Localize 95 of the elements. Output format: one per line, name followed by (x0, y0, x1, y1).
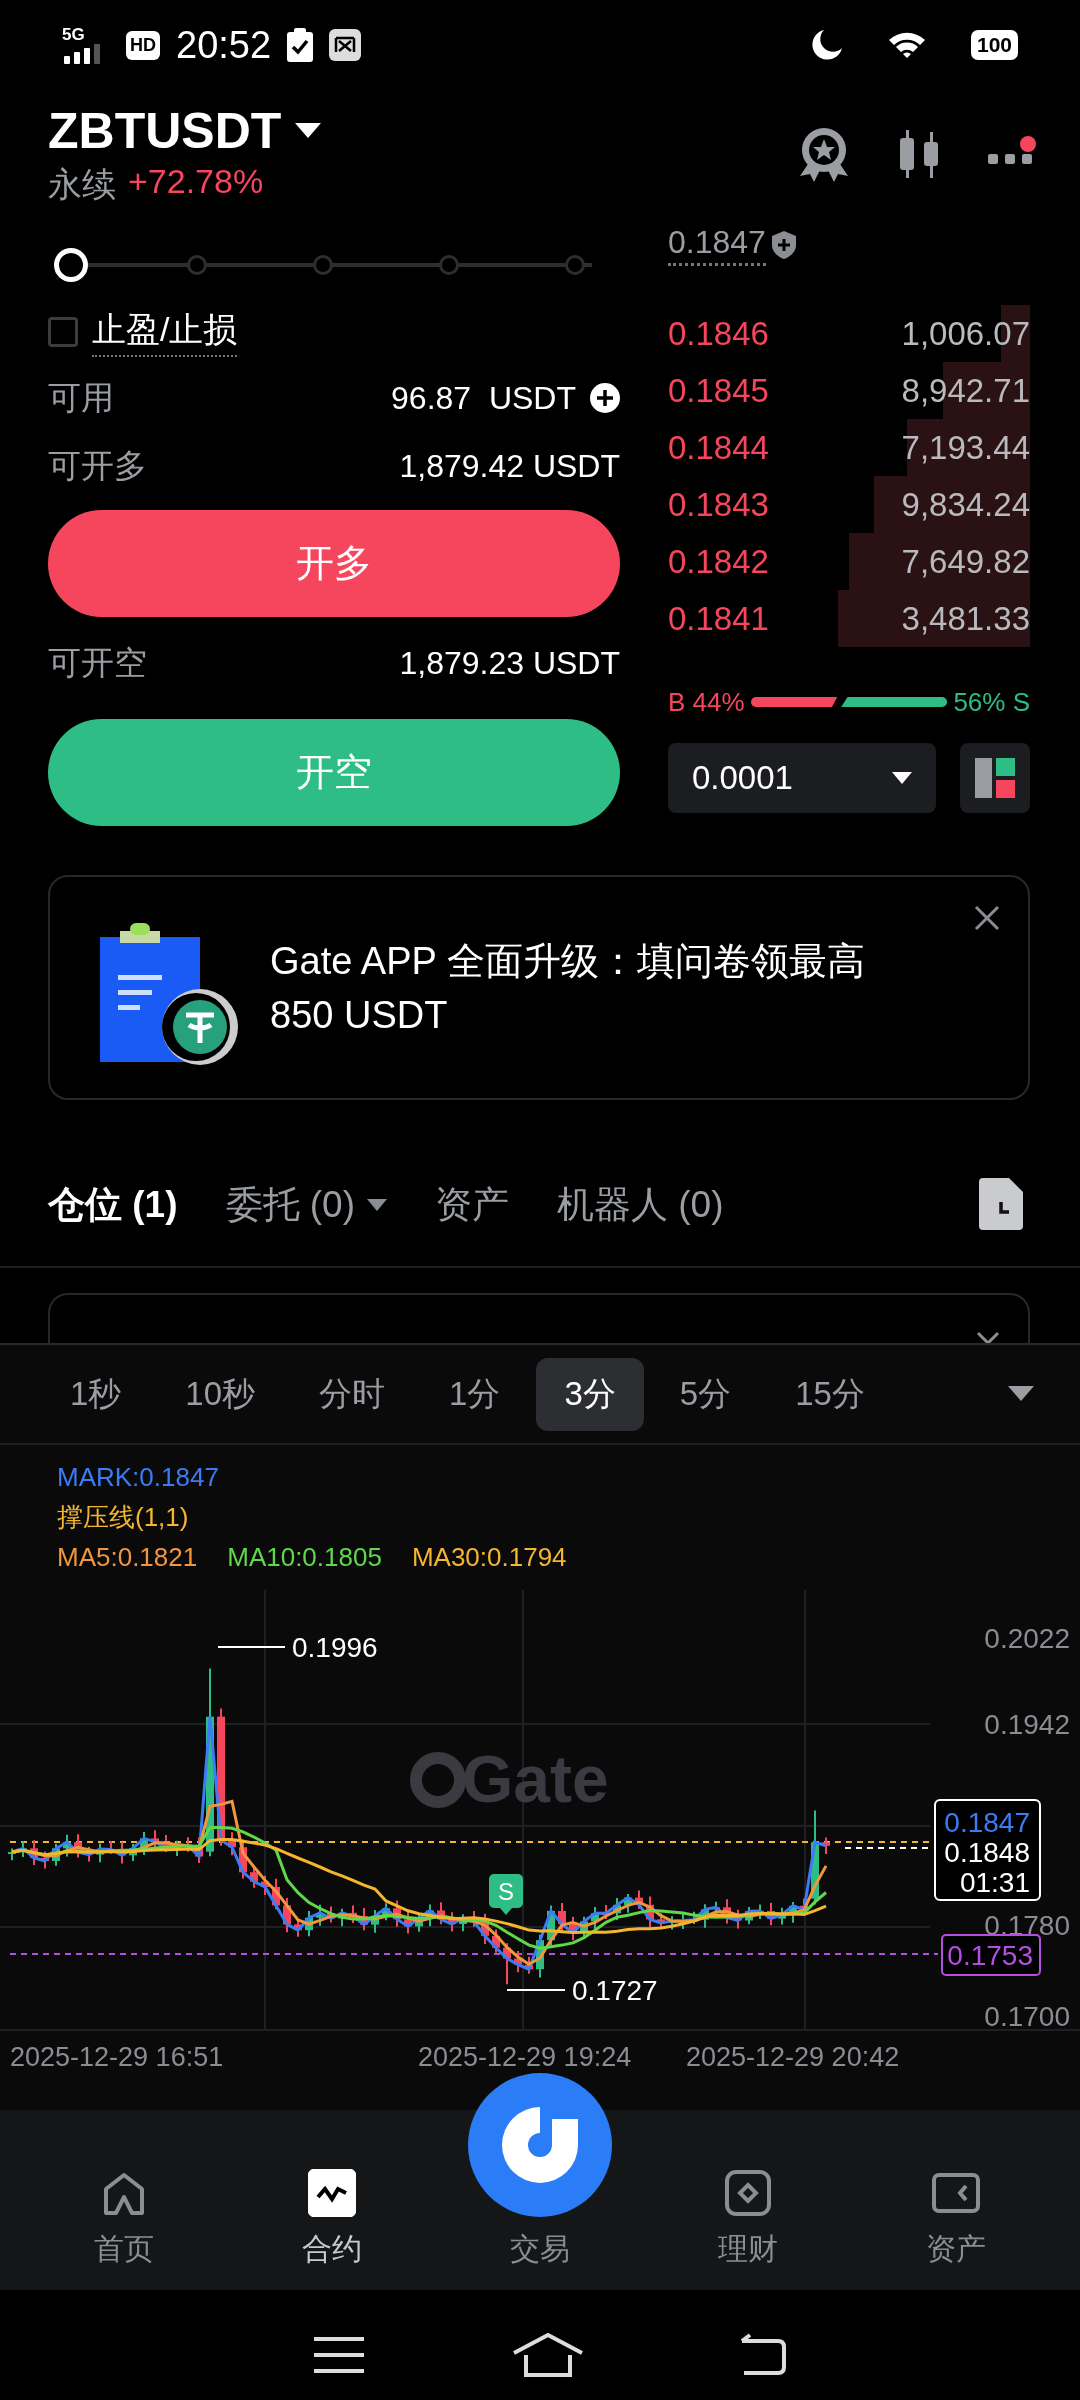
order-book-row[interactable]: 0.1841 3,481.33 (668, 590, 1030, 647)
liquidation-price-tag: 0.1753 (941, 1934, 1041, 1976)
ask-price[interactable]: 0.1846 (668, 314, 769, 353)
interval-tab[interactable]: 分时 (291, 1357, 414, 1431)
order-book-row[interactable]: 0.1846 1,006.07 (668, 305, 1030, 362)
tp-sl-label[interactable]: 止盈/止损 (92, 307, 238, 357)
shield-plus-icon (771, 231, 796, 259)
ask-amount: 3,481.33 (901, 599, 1030, 638)
mark-legend: MARK:0.1847 (57, 1459, 1080, 1495)
close-icon[interactable] (974, 905, 1000, 931)
nav-tab[interactable]: 资产 (926, 2229, 986, 2270)
contract-type: 永续 (48, 164, 116, 205)
position-tab[interactable]: 委托 (0) (225, 1180, 387, 1230)
battery-indicator: 100 (970, 30, 1018, 60)
ask-price[interactable]: 0.1844 (668, 428, 769, 467)
buy-ratio: B 44% (668, 686, 745, 718)
time-label: 2025-12-29 20:42 (686, 2042, 900, 2072)
precision-dropdown[interactable]: 0.0001 (668, 743, 936, 813)
document-clock-icon[interactable] (979, 1178, 1023, 1230)
interval-tab[interactable]: 15分 (767, 1357, 893, 1431)
caret-icon[interactable] (892, 772, 912, 784)
ma-legend: MA30:0.1794 (411, 1539, 567, 1575)
axis-label: 0.2022 (984, 1623, 1070, 1654)
nav-tab[interactable]: 首页 (94, 2229, 154, 2270)
position-tab[interactable]: 仓位 (1) (48, 1180, 178, 1230)
available-label: 可用 (48, 377, 114, 418)
max-short-label: 可开空 (48, 642, 147, 683)
nav-tab[interactable]: 理财 (718, 2229, 778, 2270)
interval-tab[interactable]: 3分 (536, 1357, 644, 1431)
order-book-row[interactable]: 0.1844 7,193.44 (668, 419, 1030, 476)
slider-step[interactable] (313, 254, 333, 275)
max-long-value: 1,879.42 USDT (399, 447, 620, 485)
order-book-row[interactable]: 0.1842 7,649.82 (668, 533, 1030, 590)
clipboard-check-icon (287, 28, 314, 62)
sell-ratio: 56% S (953, 686, 1030, 718)
max-short-value: 1,879.23 USDT (399, 644, 620, 682)
caret-icon[interactable] (367, 1199, 387, 1211)
position-tab[interactable]: 资产 (435, 1180, 509, 1230)
caret-icon[interactable] (1008, 1386, 1034, 1402)
axis-label: 0.1700 (984, 2001, 1070, 2032)
ask-amount: 9,834.24 (901, 485, 1030, 524)
open-long-button[interactable]: 开多 (48, 510, 620, 617)
mark-price[interactable]: 0.1847 (668, 224, 766, 266)
order-book-row[interactable]: 0.1845 8,942.71 (668, 362, 1030, 419)
ask-price[interactable]: 0.1841 (668, 599, 769, 638)
clock: 20:52 (176, 23, 272, 67)
sr-legend: 撑压线(1,1) (57, 1499, 1080, 1535)
available-value: 96.87 USDT (391, 379, 576, 417)
menu-icon[interactable] (314, 2335, 364, 2375)
slider-step[interactable] (439, 254, 459, 275)
nav-tab[interactable]: 交易 (510, 2229, 570, 2270)
add-icon[interactable] (590, 383, 620, 413)
layout-button[interactable] (960, 743, 1030, 813)
symbol-title[interactable]: ZBTUSDT (48, 102, 282, 160)
slider-thumb[interactable] (54, 247, 88, 282)
nav-tab[interactable]: 合约 (302, 2229, 362, 2270)
hd-badge: HD (126, 30, 160, 60)
axis-label: 0.1942 (984, 1709, 1070, 1740)
signal-icon (62, 44, 102, 64)
network-label: 5G (62, 26, 85, 44)
ask-amount: 7,193.44 (901, 428, 1030, 467)
home-icon[interactable] (512, 2333, 584, 2377)
trade-logo-button[interactable] (468, 2073, 612, 2217)
time-label: 2025-12-29 19:24 (418, 2042, 632, 2072)
ask-price[interactable]: 0.1842 (668, 542, 769, 581)
screenshot-icon (329, 29, 362, 61)
slider-step[interactable] (187, 254, 207, 275)
checkbox[interactable] (48, 317, 78, 347)
time-label: 2025-12-29 16:51 (10, 2042, 224, 2072)
order-book-row[interactable]: 0.1843 9,834.24 (668, 476, 1030, 533)
promo-text: Gate APP 全面升级：填问卷领最高 850 USDT (270, 938, 866, 1038)
price-change: +72.78% (128, 162, 264, 202)
caret-icon[interactable] (295, 123, 322, 139)
leverage-slider[interactable] (54, 247, 592, 282)
slider-step[interactable] (565, 254, 585, 275)
close-icon[interactable] (976, 1331, 1000, 1343)
moon-icon (810, 29, 843, 61)
max-long-label: 可开多 (48, 445, 147, 486)
ask-amount: 1,006.07 (901, 314, 1030, 353)
ask-amount: 7,649.82 (901, 542, 1030, 581)
interval-tab[interactable]: 10秒 (157, 1357, 284, 1431)
price-tag: 0.1847 0.1848 01:31 (934, 1799, 1041, 1901)
interval-tab[interactable]: 1秒 (42, 1357, 150, 1431)
promo-card[interactable]: Gate APP 全面升级：填问卷领最高 850 USDT (48, 875, 1030, 1100)
ask-amount: 8,942.71 (901, 371, 1030, 410)
ma-legend: MA10:0.1805 (227, 1539, 382, 1575)
layout-icon[interactable] (975, 758, 1015, 798)
ask-price[interactable]: 0.1843 (668, 485, 769, 524)
interval-tab[interactable]: 5分 (651, 1357, 760, 1431)
ask-price[interactable]: 0.1845 (668, 371, 769, 410)
ma-legend: MA5:0.1821 (57, 1539, 198, 1575)
pulse-icon[interactable] (308, 2169, 356, 2217)
interval-tab[interactable]: 1分 (421, 1357, 529, 1431)
medal-icon[interactable] (798, 126, 850, 182)
position-tab[interactable]: 机器人 (0) (557, 1180, 724, 1230)
